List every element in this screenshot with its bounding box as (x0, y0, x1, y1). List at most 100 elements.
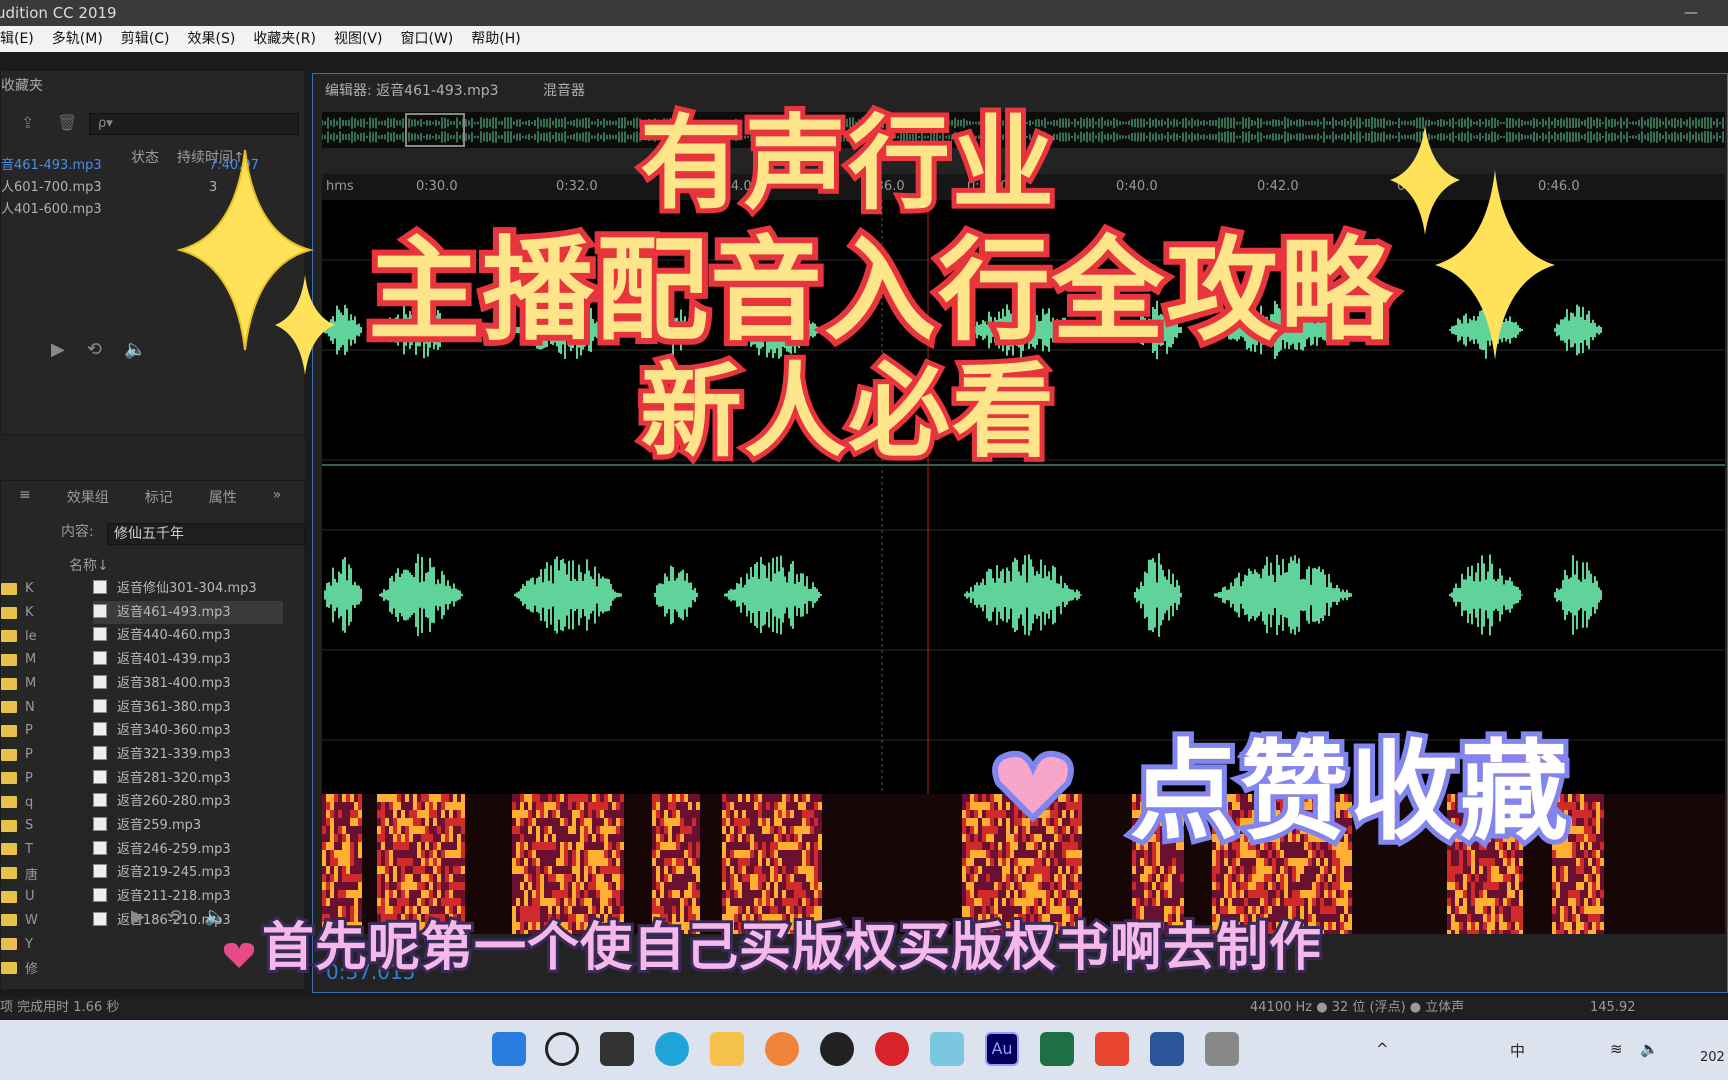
menu-favorites[interactable]: 收藏夹(R) (244, 26, 325, 52)
menu-help[interactable]: 帮助(H) (462, 26, 529, 52)
minimize-icon[interactable]: — (1684, 0, 1698, 26)
browser-file-row[interactable]: 返音401-439.mp3 (93, 648, 283, 672)
image-viewer-icon[interactable] (930, 1032, 964, 1066)
menu-clip[interactable]: 剪辑(C) (112, 26, 179, 52)
folder-item[interactable]: S (1, 814, 51, 838)
tab-editor[interactable]: 编辑器: 返音461-493.mp3 (325, 83, 499, 99)
volume-icon[interactable]: 🔈 (204, 906, 226, 930)
calculator-icon[interactable] (1205, 1032, 1239, 1066)
tingshu-icon[interactable] (1095, 1032, 1129, 1066)
excel-icon[interactable] (1040, 1032, 1074, 1066)
search-input[interactable]: ρ▾ (89, 113, 299, 135)
browser-file-name: 返音219-245.mp3 (117, 865, 231, 881)
folder-label: P (25, 723, 33, 739)
wifi-icon[interactable]: ≋ (1610, 1040, 1623, 1058)
task-view-icon[interactable] (600, 1032, 634, 1066)
folder-item[interactable]: 唐 (1, 861, 51, 885)
play-icon[interactable]: ▶ (51, 339, 65, 363)
browser-file-row[interactable]: 返音219-245.mp3 (93, 861, 283, 885)
word-icon[interactable] (1150, 1032, 1184, 1066)
import-icon[interactable]: ⇪ (21, 113, 34, 132)
browser-file-row[interactable]: 返音246-259.mp3 (93, 838, 283, 862)
folder-item[interactable]: U (1, 885, 51, 909)
folder-label: Y (25, 936, 33, 952)
folder-icon (1, 890, 17, 903)
loop-icon[interactable]: ⟲ (167, 906, 182, 930)
netease-music-icon[interactable] (875, 1032, 909, 1066)
play-icon[interactable]: ▶ (131, 906, 145, 930)
folder-item[interactable]: P (1, 743, 51, 767)
browser-file-name: 返音321-339.mp3 (117, 746, 231, 762)
menu-view[interactable]: 视图(V) (325, 26, 392, 52)
folder-icon (1, 772, 17, 785)
folder-label: T (25, 841, 33, 857)
folder-tree: K Kle M M N P P Pq S T 唐 U W Y 修 (1, 577, 51, 980)
browser-file-row[interactable]: 返音461-493.mp3 (93, 600, 283, 625)
folder-icon (1, 867, 17, 880)
file-name: 人601-700.mp3 (1, 180, 102, 195)
menu-window[interactable]: 窗口(W) (391, 26, 462, 52)
edge-icon[interactable] (655, 1032, 689, 1066)
browser-file-row[interactable]: 返音440-460.mp3 (93, 624, 283, 648)
menu-icon[interactable]: ≡ (1, 487, 49, 507)
content-dropdown[interactable]: 修仙五千年 (107, 523, 305, 545)
menu-effects[interactable]: 效果(S) (179, 26, 245, 52)
folder-icon (1, 819, 17, 832)
folder-item[interactable]: P (1, 719, 51, 743)
folder-label: M (25, 676, 37, 692)
browser-file-row[interactable]: 返音修仙301-304.mp3 (93, 577, 283, 601)
browser-icon[interactable] (765, 1032, 799, 1066)
folder-icon (1, 961, 17, 974)
folder-icon (1, 606, 17, 619)
file-explorer-icon[interactable] (710, 1032, 744, 1066)
folder-icon (1, 630, 17, 643)
folder-item[interactable]: M (1, 672, 51, 696)
ime-indicator[interactable]: 中 (1510, 1040, 1525, 1061)
loop-icon[interactable]: ⟲ (87, 339, 102, 363)
tab-properties[interactable]: 属性 (191, 487, 255, 507)
browser-file-row[interactable]: 返音321-339.mp3 (93, 743, 283, 767)
trash-icon[interactable]: 🗑 (57, 113, 77, 132)
folder-label: P (25, 770, 33, 786)
menu-multitrack[interactable]: 多轨(M) (43, 26, 112, 52)
menu-edit[interactable]: 辑(E) (0, 26, 43, 52)
ruler-unit: hms (326, 179, 354, 194)
folder-item[interactable]: q (1, 790, 51, 814)
folder-item[interactable]: M (1, 648, 51, 672)
folder-item[interactable]: K (1, 601, 51, 625)
sparkle-icon (1435, 170, 1555, 360)
browser-file-row[interactable]: 返音381-400.mp3 (93, 672, 283, 696)
browser-file-row[interactable]: 返音340-360.mp3 (93, 719, 283, 743)
search-icon[interactable] (545, 1032, 579, 1066)
folder-item[interactable]: Y (1, 932, 51, 956)
folder-label: le (25, 628, 37, 644)
folder-label: K (25, 581, 34, 597)
browser-file-row[interactable]: 返音281-320.mp3 (93, 767, 283, 791)
folder-item[interactable]: N (1, 695, 51, 719)
folder-item[interactable]: W (1, 909, 51, 933)
browser-file-name: 返音401-439.mp3 (117, 652, 231, 668)
audio-file-icon (93, 769, 107, 784)
tab-effects-group[interactable]: 效果组 (49, 487, 127, 507)
browser-file-row[interactable]: 返音260-280.mp3 (93, 790, 283, 814)
folder-item[interactable]: le (1, 624, 51, 648)
audition-icon[interactable]: Au (985, 1032, 1019, 1066)
chevron-up-icon[interactable]: ^ (1376, 1040, 1389, 1058)
browser-file-row[interactable]: 返音259.mp3 (93, 814, 283, 838)
volume-icon[interactable]: 🔈 (124, 339, 146, 363)
windows-start-icon[interactable] (492, 1032, 526, 1066)
folder-item[interactable]: P (1, 767, 51, 791)
overflow-icon[interactable]: » (255, 487, 300, 507)
qq-icon[interactable] (820, 1032, 854, 1066)
window-title: udition CC 2019 (0, 4, 117, 22)
folder-item[interactable]: 修 (1, 956, 51, 980)
folder-item[interactable]: K (1, 577, 51, 601)
heart-icon (992, 750, 1074, 823)
audio-file-icon (93, 745, 107, 760)
name-column-header[interactable]: 名称↓ (69, 555, 109, 575)
folder-item[interactable]: T (1, 838, 51, 862)
tab-mixer[interactable]: 混音器 (543, 83, 585, 99)
browser-file-row[interactable]: 返音361-380.mp3 (93, 696, 283, 720)
tab-markers[interactable]: 标记 (127, 487, 191, 507)
volume-icon[interactable]: 🔈 (1640, 1040, 1659, 1058)
